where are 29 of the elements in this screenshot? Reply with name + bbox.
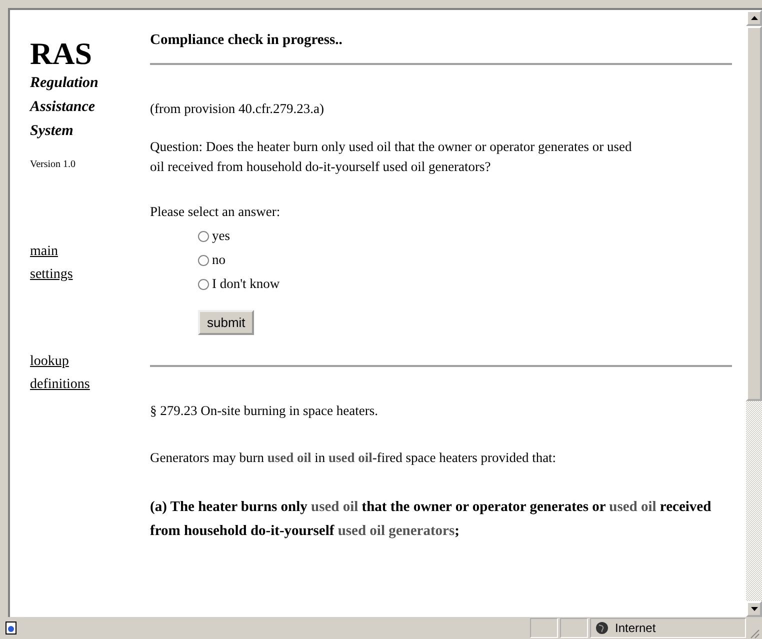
section-title: § 279.23 On-site burning in space heaters.	[150, 403, 379, 419]
version-text: Version 1.0	[30, 159, 77, 170]
globe-icon	[595, 621, 609, 635]
up-arrow-icon	[750, 16, 758, 20]
answer-option[interactable]: I don't know	[198, 272, 280, 296]
regulation-paragraph: (a) The heater burns only used oil that the owner or operator generates or used oil received from household do-it-yourself used oil generators;	[150, 498, 712, 541]
answer-option[interactable]: no	[198, 248, 226, 272]
scroll-up-button[interactable]	[746, 10, 762, 26]
radio-button[interactable]	[198, 278, 209, 290]
page-icon	[4, 621, 18, 635]
zone-text: Internet	[615, 621, 656, 635]
sidebar-link[interactable]: settings	[30, 263, 73, 286]
answer-option[interactable]: yes	[198, 224, 230, 248]
radio-button[interactable]	[198, 254, 209, 266]
provision-text: (from provision 40.cfr.279.23.a)	[150, 101, 325, 117]
down-arrow-icon	[750, 607, 758, 611]
page-heading: Compliance check in progress..	[150, 32, 344, 49]
sidebar-link[interactable]: main	[30, 240, 58, 263]
scroll-down-button[interactable]	[746, 601, 762, 617]
prompt-text: Please select an answer:	[150, 204, 282, 220]
radio-button[interactable]	[198, 230, 209, 242]
sidebar-link[interactable]: lookup	[30, 350, 69, 373]
resize-grip[interactable]	[748, 627, 760, 639]
regulation-paragraph: Generators may burn used oil in used oil-fired space heaters provided that:	[150, 449, 558, 467]
submit-button[interactable]: submit	[198, 310, 254, 335]
question-text: Question: Does the heater burn only used oil that the owner or operator generates or used oil received from household do-it-yourself used oil generators?	[150, 138, 633, 176]
logo-text: RAS	[30, 38, 94, 69]
sidebar-link[interactable]: definitions	[30, 373, 90, 396]
app-subtitle: Regulation Assistance System	[30, 74, 100, 141]
